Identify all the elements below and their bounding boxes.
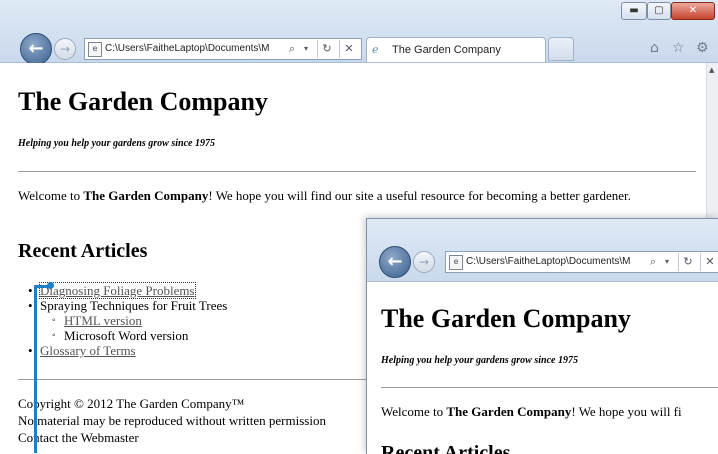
company-name: The Garden Company	[83, 188, 209, 203]
page-viewport-2: The Garden Company Helping you help your…	[367, 282, 718, 454]
tab-garden-company[interactable]: ℯ The Garden Company	[366, 37, 546, 62]
address-bar[interactable]: e C:\Users\FaitheLaptop\Documents\M ⌕ ▾ …	[84, 38, 362, 60]
dropdown-arrow-icon[interactable]: ▾	[662, 253, 672, 271]
list-item: • Glossary of Terms	[28, 343, 136, 358]
home-icon[interactable]: ⌂	[650, 40, 659, 56]
new-tab-button[interactable]	[548, 37, 574, 61]
contact-webmaster: Contact the Webmaster	[18, 430, 139, 445]
permission-notice: No material may be reproduced without wr…	[18, 413, 326, 428]
second-browser-window: ← → e C:\Users\FaitheLaptop\Documents\M …	[366, 218, 718, 454]
stop-icon[interactable]: ✕	[700, 253, 718, 271]
recent-articles-heading: Recent Articles	[18, 240, 148, 262]
forward-arrow-icon[interactable]: →	[54, 38, 76, 60]
maximize-button[interactable]: ▢	[647, 2, 671, 20]
site-title: The Garden Company	[18, 87, 268, 116]
callout-line	[34, 287, 37, 453]
star-icon[interactable]: ☆	[672, 40, 685, 56]
footer: Copyright © 2012 The Garden Company™ No …	[18, 395, 326, 446]
list-item: • Diagnosing Foliage Problems	[28, 282, 196, 299]
refresh-icon[interactable]: ↻	[317, 40, 336, 58]
welcome-text-2: Welcome to The Garden Company! We hope y…	[381, 404, 682, 419]
tab-page-icon: ℯ	[372, 43, 379, 56]
address-bar-2[interactable]: e C:\Users\FaitheLaptop\Documents\M ⌕ ▾ …	[445, 251, 718, 273]
tagline: Helping you help your gardens grow since…	[18, 138, 215, 149]
word-version-text: Microsoft Word version	[64, 328, 189, 343]
divider-2	[381, 387, 718, 388]
tagline-2: Helping you help your gardens grow since…	[381, 355, 578, 366]
company-name-2: The Garden Company	[446, 404, 572, 419]
forward-arrow-icon[interactable]: →	[413, 251, 435, 273]
browser-chrome: ▬ ▢ ✕ ← → e C:\Users\FaitheLaptop\Docume…	[0, 0, 718, 65]
scroll-up-icon[interactable]: ▲	[709, 66, 714, 74]
copyright-text: Copyright © 2012 The Garden Company™	[18, 396, 245, 411]
recent-articles-heading-2: Recent Articles	[381, 442, 511, 454]
welcome-text: Welcome to The Garden Company! We hope y…	[18, 188, 631, 203]
tab-title: The Garden Company	[392, 44, 501, 56]
search-icon[interactable]: ⌕	[285, 40, 299, 58]
dropdown-arrow-icon[interactable]: ▾	[301, 40, 311, 58]
link-html-version[interactable]: HTML version	[64, 313, 142, 328]
gear-icon[interactable]: ⚙	[696, 40, 709, 56]
search-icon[interactable]: ⌕	[646, 253, 660, 271]
list-item: ◦ Microsoft Word version	[52, 328, 189, 343]
back-arrow-icon[interactable]: ←	[379, 246, 411, 278]
page-icon: e	[88, 42, 102, 57]
articles-list: • Diagnosing Foliage Problems • Spraying T…	[28, 282, 228, 358]
browser-chrome-2: ← → e C:\Users\FaitheLaptop\Documents\M …	[367, 219, 718, 282]
close-window-button[interactable]: ✕	[671, 2, 715, 20]
list-item: ◦ HTML version	[52, 313, 142, 328]
site-title-2: The Garden Company	[381, 304, 631, 333]
article-spraying-techniques: Spraying Techniques for Fruit Trees	[40, 298, 228, 313]
list-item: • Spraying Techniques for Fruit Trees	[28, 298, 228, 313]
link-diagnosing-foliage[interactable]: Diagnosing Foliage Problems	[39, 282, 196, 299]
callout-dot	[47, 282, 54, 289]
link-glossary[interactable]: Glossary of Terms	[40, 343, 136, 358]
stop-icon[interactable]: ✕	[339, 40, 358, 58]
back-arrow-icon[interactable]: ←	[20, 33, 52, 65]
divider	[18, 171, 696, 172]
address-url[interactable]: C:\Users\FaitheLaptop\Documents\M	[105, 43, 281, 54]
address-url-2[interactable]: C:\Users\FaitheLaptop\Documents\M	[466, 256, 642, 267]
page-icon: e	[449, 255, 463, 270]
refresh-icon[interactable]: ↻	[678, 253, 697, 271]
minimize-button[interactable]: ▬	[621, 2, 647, 20]
